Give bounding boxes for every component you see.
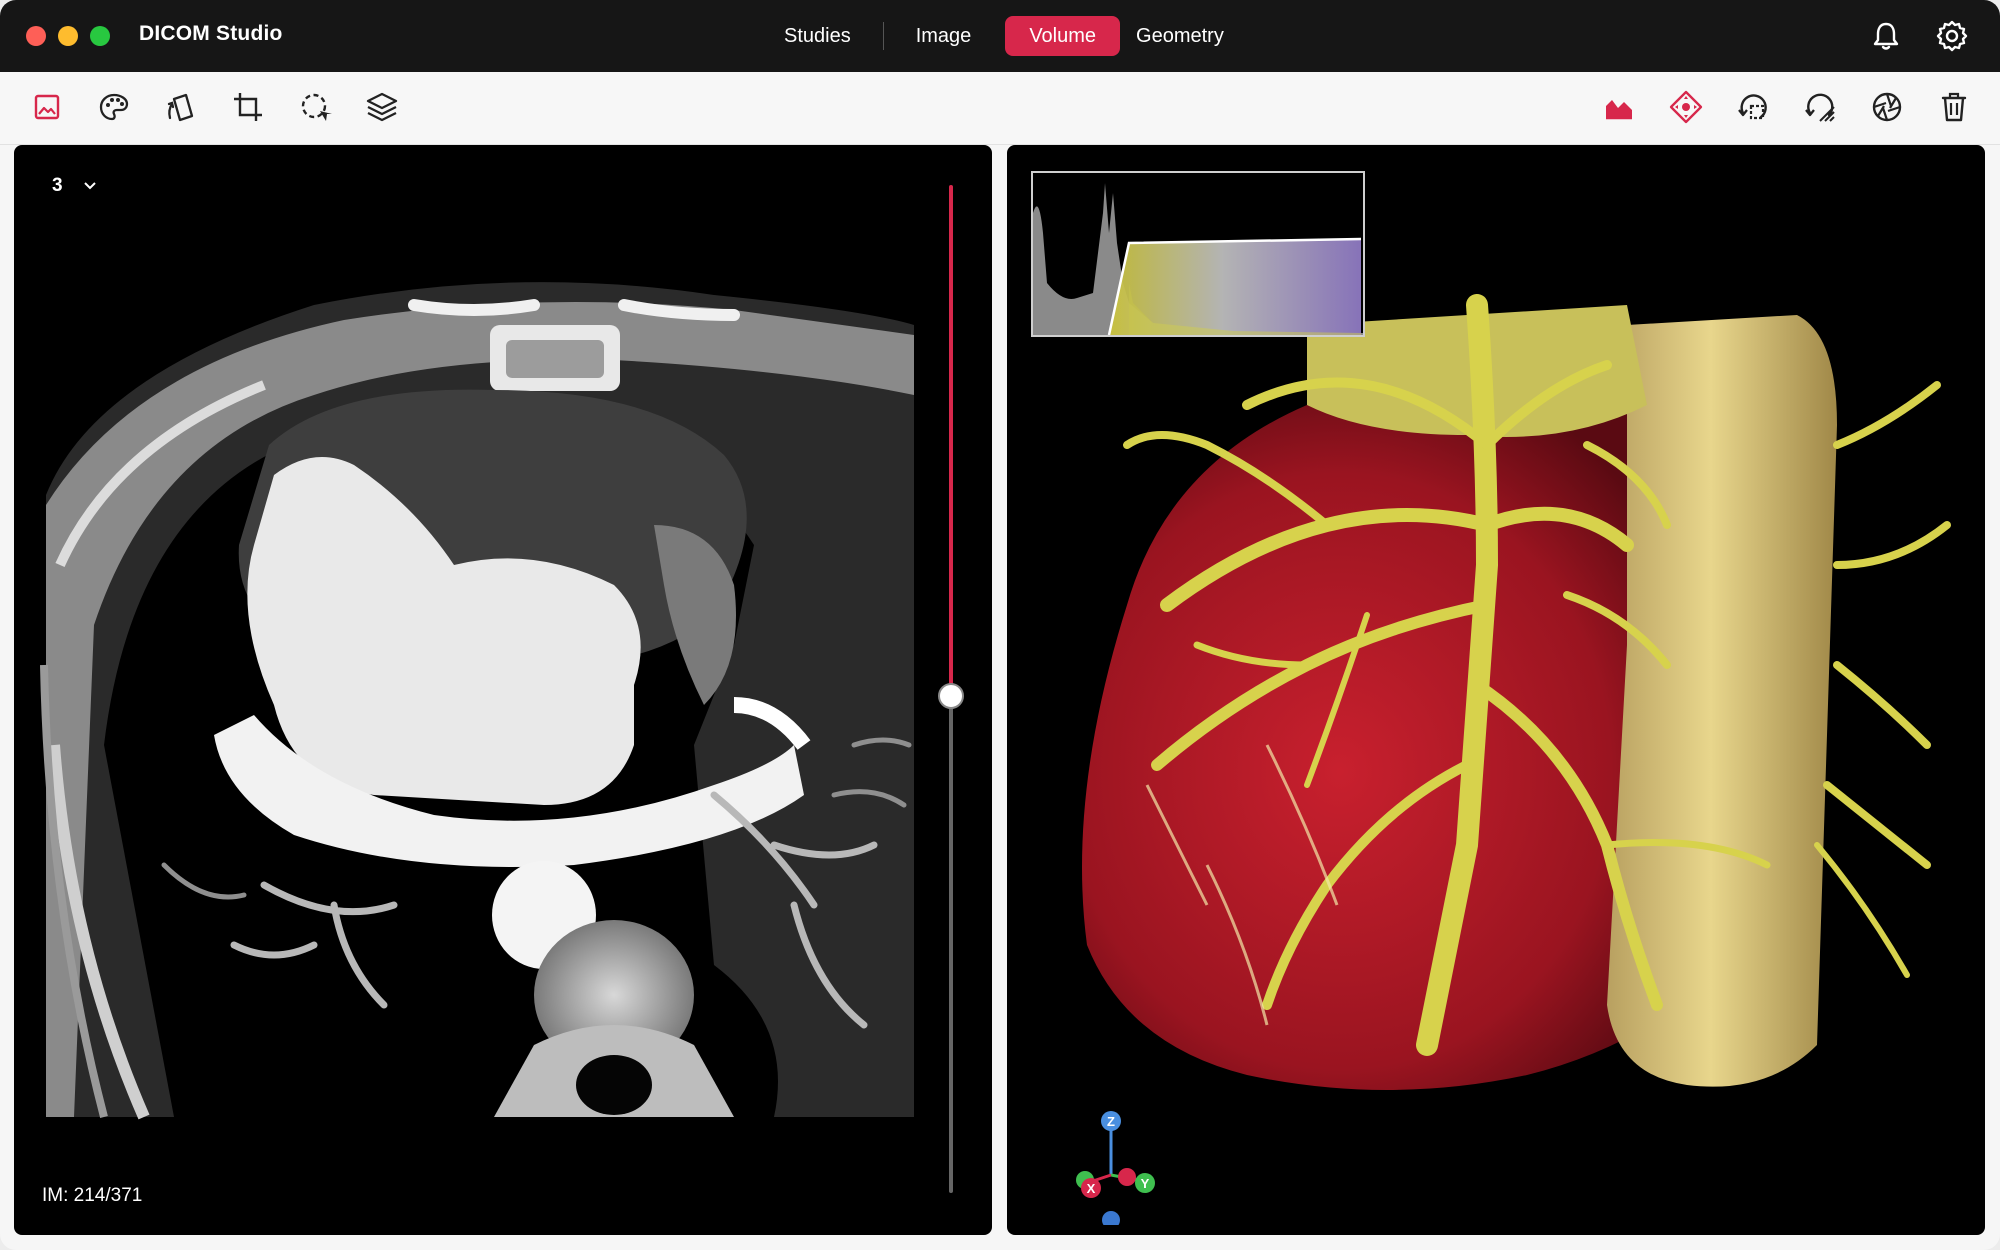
minimize-window-button[interactable] <box>58 26 78 46</box>
tab-volume[interactable]: Volume <box>1005 16 1121 56</box>
aperture-icon[interactable] <box>1868 88 1906 126</box>
lasso-select-icon[interactable] <box>296 88 334 126</box>
crop-icon[interactable] <box>229 88 267 126</box>
slice-slider-track-filled[interactable] <box>949 185 953 693</box>
rotate-view-icon[interactable] <box>1734 88 1772 126</box>
tab-geometry[interactable]: Geometry <box>1120 16 1248 56</box>
reset-view-icon[interactable] <box>1801 88 1839 126</box>
series-select[interactable]: 3 <box>52 175 97 197</box>
toolbar <box>0 72 2000 145</box>
orientation-axes: Z Y X <box>1051 1105 1171 1229</box>
image-counter: IM: 214/371 <box>42 1185 143 1206</box>
slice-slider-track[interactable] <box>949 693 953 1193</box>
gear-icon[interactable] <box>1934 18 1970 54</box>
bell-icon[interactable] <box>1868 18 1904 54</box>
close-window-button[interactable] <box>26 26 46 46</box>
histogram-chart <box>1033 183 1363 336</box>
layers-icon[interactable] <box>363 88 401 126</box>
transfer-function-icon[interactable] <box>1600 88 1638 126</box>
tab-studies[interactable]: Studies <box>760 16 875 56</box>
slice-slider-thumb[interactable] <box>938 683 964 709</box>
series-number: 3 <box>52 175 63 196</box>
axis-z-label: Z <box>1107 1114 1115 1129</box>
image-icon[interactable] <box>28 88 66 126</box>
pan-icon[interactable] <box>1667 88 1705 126</box>
trash-icon[interactable] <box>1935 88 1973 126</box>
tab-image[interactable]: Image <box>892 16 996 56</box>
tab-divider <box>882 22 884 50</box>
volume-render-viewer[interactable]: Z Y X <box>1007 145 1985 1235</box>
palette-icon[interactable] <box>95 88 133 126</box>
app-title: DICOM Studio <box>139 22 283 45</box>
chevron-down-icon <box>83 182 96 190</box>
zoom-window-button[interactable] <box>90 26 110 46</box>
rotate-icon[interactable] <box>162 88 200 126</box>
ct-slice-image <box>40 282 928 1120</box>
title-bar: DICOM Studio Studies Image Volume Geomet… <box>0 0 2000 72</box>
app-window: DICOM Studio Studies Image Volume Geomet… <box>0 0 2000 1250</box>
axial-ct-viewer[interactable]: 3 IM: 214/371 <box>14 145 992 1235</box>
main-tabs: Studies Image Volume Geometry <box>760 16 1248 56</box>
axis-x-label: X <box>1087 1181 1096 1196</box>
axis-y-label: Y <box>1141 1176 1150 1191</box>
transfer-function-histogram[interactable] <box>1031 171 1365 337</box>
